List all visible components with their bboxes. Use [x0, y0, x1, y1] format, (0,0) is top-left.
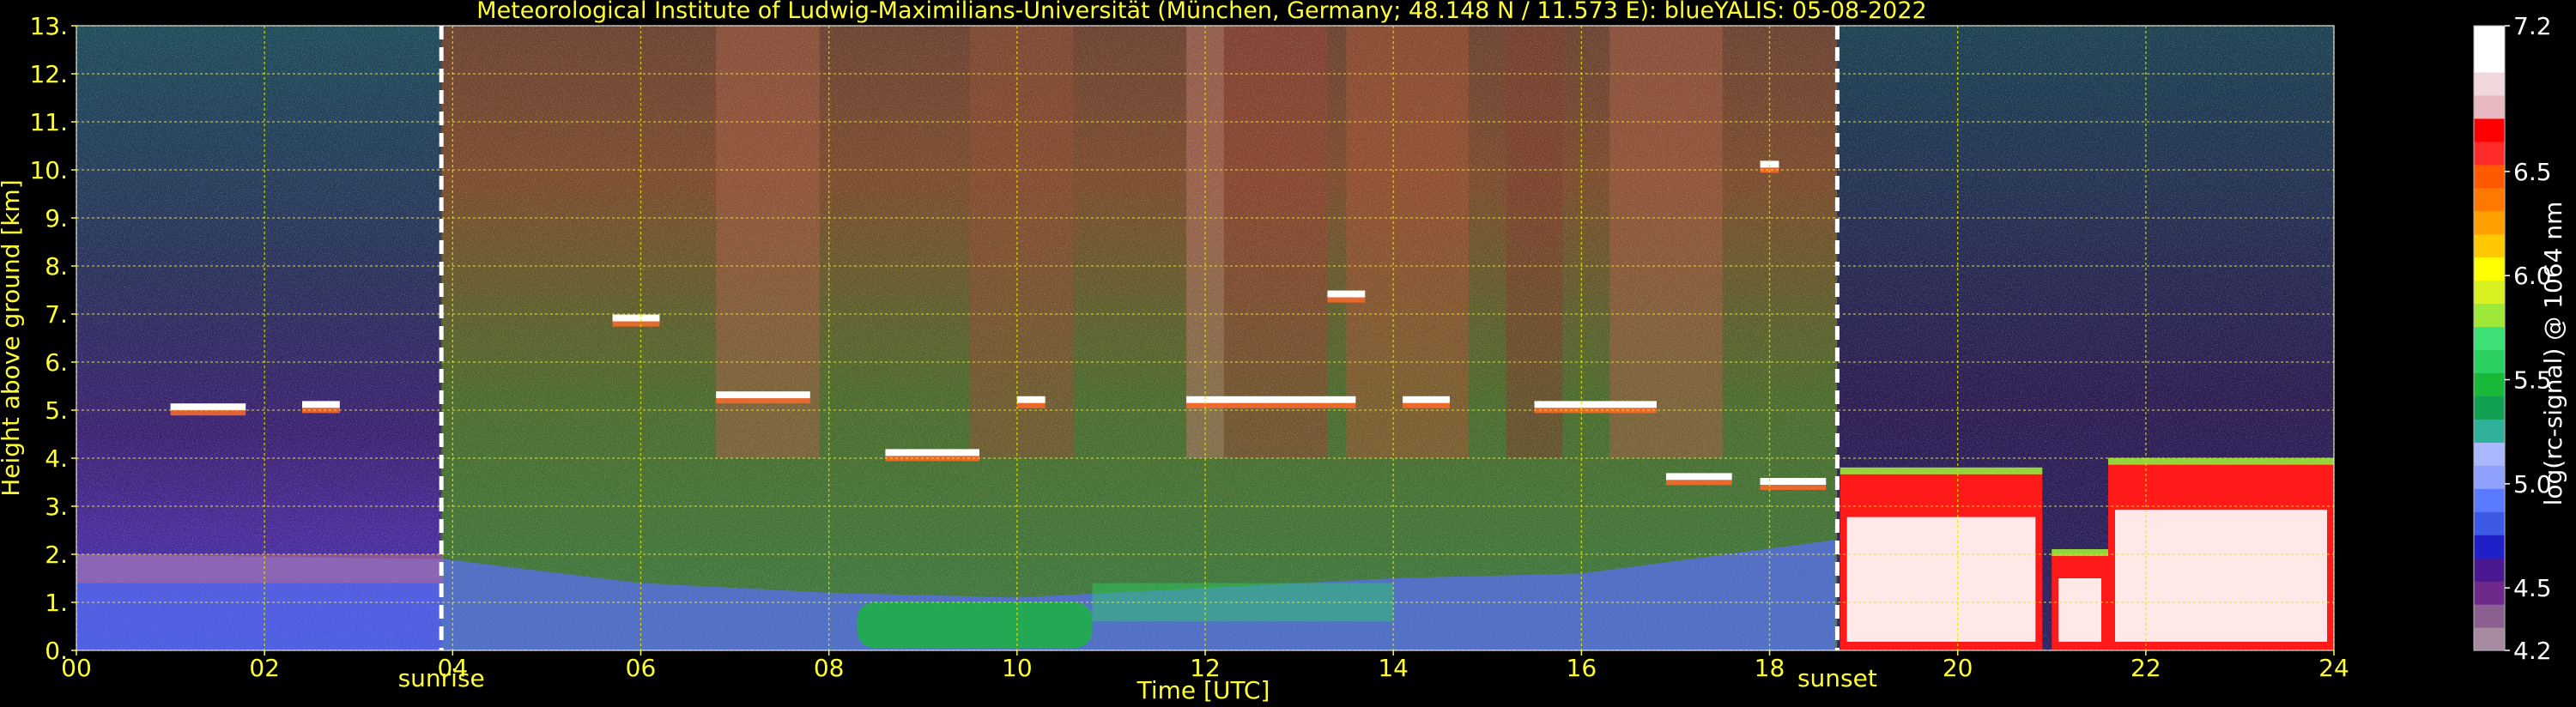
colorbar-swatch	[2474, 233, 2505, 258]
x-tick-label: 24	[2318, 654, 2349, 682]
colorbar-swatch	[2474, 604, 2505, 628]
colorbar-swatch	[2474, 419, 2505, 443]
sunset-label: sunset	[1797, 664, 1877, 692]
x-tick-label: 16	[1567, 654, 1597, 682]
colorbar-tick-label: 6.5	[2513, 158, 2552, 186]
y-tick-label: 2.	[45, 541, 68, 569]
cloud-layer	[1327, 290, 1366, 298]
colorbar-swatch	[2474, 164, 2505, 189]
low-cloud-core	[2058, 578, 2101, 642]
cloud-layer-edge	[716, 398, 810, 404]
colorbar-swatch	[2474, 71, 2505, 96]
cloud-layer	[1534, 401, 1657, 408]
y-tick-label: 6.	[45, 348, 68, 377]
colorbar-swatch	[2474, 48, 2505, 73]
cloud-layer-edge	[1016, 402, 1046, 408]
low-cloud-edge	[2052, 549, 2108, 556]
y-tick-label: 13.	[29, 12, 68, 40]
x-tick-label: 08	[814, 654, 845, 682]
colorbar-swatch	[2474, 581, 2505, 605]
colorbar-swatch	[2474, 94, 2505, 119]
x-tick-label: 20	[1943, 654, 1973, 682]
colorbar-tick-label: 4.5	[2513, 574, 2552, 602]
cloud-layer	[612, 314, 660, 322]
cloud-layer-edge	[170, 410, 246, 416]
low-cloud-edge	[1840, 467, 2043, 474]
colorbar-label: log(rc-signal) @ 1064 nm	[2539, 202, 2567, 506]
colorbar-swatch	[2474, 303, 2505, 328]
cloud-layer	[1665, 473, 1732, 480]
low-cloud-edge	[2108, 457, 2334, 465]
y-tick-label: 12.	[29, 60, 68, 88]
colorbar-swatch	[2474, 558, 2505, 582]
cloud-layer	[1016, 396, 1046, 403]
colorbar-tick-label: 4.2	[2513, 637, 2552, 665]
cloud-layer	[302, 401, 340, 408]
cloud-layer	[716, 391, 810, 399]
cloud-layer	[170, 403, 246, 411]
y-tick-label: 3.	[45, 492, 68, 521]
y-tick-label: 4.	[45, 444, 68, 473]
x-tick-label: 02	[249, 654, 280, 682]
colorbar-swatch	[2474, 535, 2505, 559]
cloud-layer	[885, 449, 979, 456]
colorbar-swatch	[2474, 372, 2505, 397]
colorbar-swatch	[2474, 488, 2505, 512]
y-tick-label: 0.	[45, 637, 68, 665]
colorbar-swatch	[2474, 280, 2505, 305]
colorbar-swatch	[2474, 187, 2505, 212]
y-tick-label: 5.	[45, 396, 68, 425]
y-tick-label: 7.	[45, 300, 68, 329]
colorbar-swatch	[2474, 465, 2505, 489]
cloud-layer-edge	[1186, 402, 1356, 408]
colorbar-swatch	[2474, 396, 2505, 420]
colorbar-swatch	[2474, 511, 2505, 535]
x-tick-label: 06	[626, 654, 657, 682]
cloud-layer-edge	[612, 321, 660, 327]
low-cloud-core	[2115, 510, 2327, 642]
cloud-layer-edge	[1327, 297, 1366, 303]
y-tick-label: 1.	[45, 589, 68, 617]
cloud-layer-edge	[1665, 480, 1732, 486]
colorbar-tick-label: 7.2	[2513, 12, 2552, 40]
colorbar-swatch	[2474, 326, 2505, 351]
x-tick-label: 10	[1002, 654, 1033, 682]
lidar-chart: 00 02 04 06 08 10 12 14 16 18 20 22 240.1.2.3.4.5.6.…	[0, 0, 2567, 704]
y-axis-label: Height above ground [km]	[0, 179, 25, 497]
chart-title: Meteorological Institute of Ludwig-Maxim…	[476, 0, 1926, 24]
y-tick-label: 8.	[45, 252, 68, 281]
colorbar-swatch	[2474, 442, 2505, 466]
colorbar-swatch	[2474, 210, 2505, 235]
cloud-layer	[1403, 396, 1450, 403]
x-tick-label: 22	[2131, 654, 2161, 682]
colorbar-swatch	[2474, 627, 2505, 651]
colorbar-swatch	[2474, 118, 2505, 142]
x-axis-label: Time [UTC]	[1136, 676, 1270, 704]
y-tick-label: 11.	[29, 108, 68, 136]
x-tick-label: 14	[1378, 654, 1409, 682]
colorbar-swatch	[2474, 349, 2505, 374]
colorbar-swatch	[2474, 141, 2505, 166]
colorbar-swatch	[2474, 257, 2505, 281]
cloud-layer	[1186, 396, 1356, 403]
y-tick-label: 10.	[29, 156, 68, 184]
low-cloud-core	[1846, 517, 2036, 642]
aerosol-layer	[857, 602, 1093, 649]
y-tick-label: 9.	[45, 204, 68, 233]
sunrise-label: sunrise	[398, 664, 485, 692]
x-tick-label: 18	[1755, 654, 1785, 682]
colorbar-swatch	[2474, 26, 2505, 50]
residual-layer	[76, 554, 444, 583]
cloud-layer-edge	[1403, 402, 1450, 408]
